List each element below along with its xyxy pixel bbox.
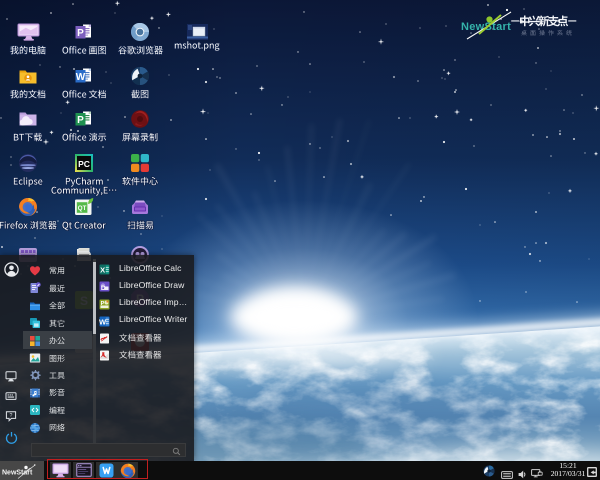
svg-text:X: X — [100, 266, 105, 275]
svg-text:W: W — [99, 317, 107, 326]
svg-text:P: P — [77, 115, 84, 126]
svg-text:P: P — [77, 28, 84, 39]
svg-text:PC: PC — [78, 159, 90, 169]
svg-text:D: D — [101, 285, 106, 292]
svg-text:W: W — [76, 71, 86, 82]
svg-text:P: P — [101, 301, 105, 307]
svg-text:?: ? — [10, 413, 13, 419]
svg-text:QT: QT — [78, 205, 87, 212]
